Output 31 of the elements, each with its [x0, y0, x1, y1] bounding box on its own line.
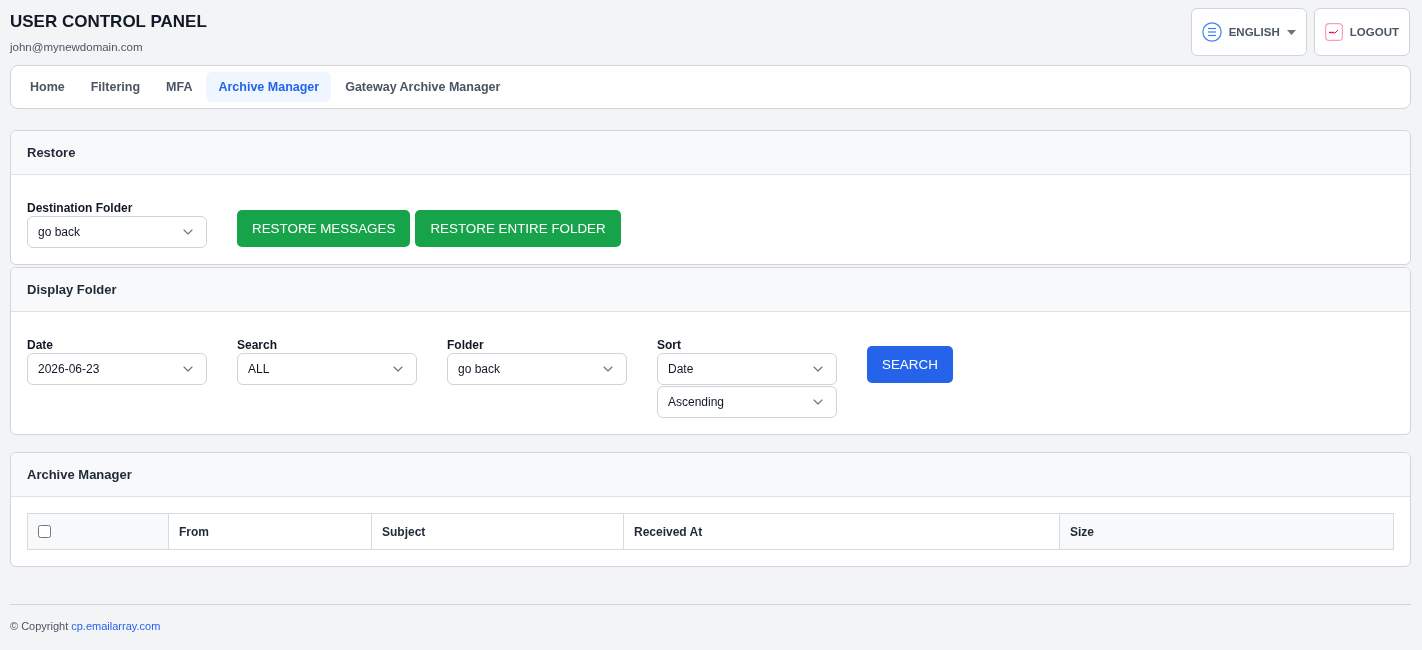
select-all-checkbox[interactable] [38, 525, 51, 538]
field-label: Folder [447, 338, 485, 352]
dropdown[interactable]: 2026-06-23 [27, 353, 207, 385]
list-circle-icon [1201, 22, 1222, 42]
card-header: Archive Manager [11, 453, 1410, 497]
nav-tab[interactable]: Home [18, 72, 77, 102]
dropdown[interactable]: Ascending [657, 386, 837, 418]
copyright-text: © Copyright [10, 619, 69, 633]
field-label: Search [237, 338, 279, 352]
nav-tab[interactable]: Archive Manager [206, 72, 332, 102]
field-label: Date [27, 338, 54, 352]
nav-tab[interactable]: Filtering [78, 72, 153, 102]
footer-link[interactable]: cp.emailarray.com [71, 619, 161, 633]
dropdown[interactable]: ALL [237, 353, 417, 385]
column-header: Size [1059, 514, 1393, 549]
field-label: Sort [657, 338, 682, 352]
caret-down-icon [1286, 29, 1296, 35]
dropdown[interactable]: Date [657, 353, 837, 385]
logout-button[interactable]: LOGOUT [1313, 8, 1410, 56]
language-button[interactable]: ENGLISH [1190, 8, 1307, 56]
search-button[interactable]: SEARCH [867, 346, 953, 383]
field-label: Destination Folder [27, 201, 134, 215]
dropdown[interactable]: go back [447, 353, 627, 385]
nav-tab[interactable]: MFA [154, 72, 205, 102]
card-header: Restore [11, 131, 1410, 175]
panel-title: USER CONTROL PANEL [10, 12, 207, 32]
user-email: john@mynewdomain.com [10, 40, 143, 55]
logout-icon [1324, 23, 1343, 41]
nav-tab[interactable]: Gateway Archive Manager [333, 72, 513, 102]
dropdown[interactable]: go back [27, 216, 207, 248]
card-header: Display Folder [11, 268, 1410, 312]
